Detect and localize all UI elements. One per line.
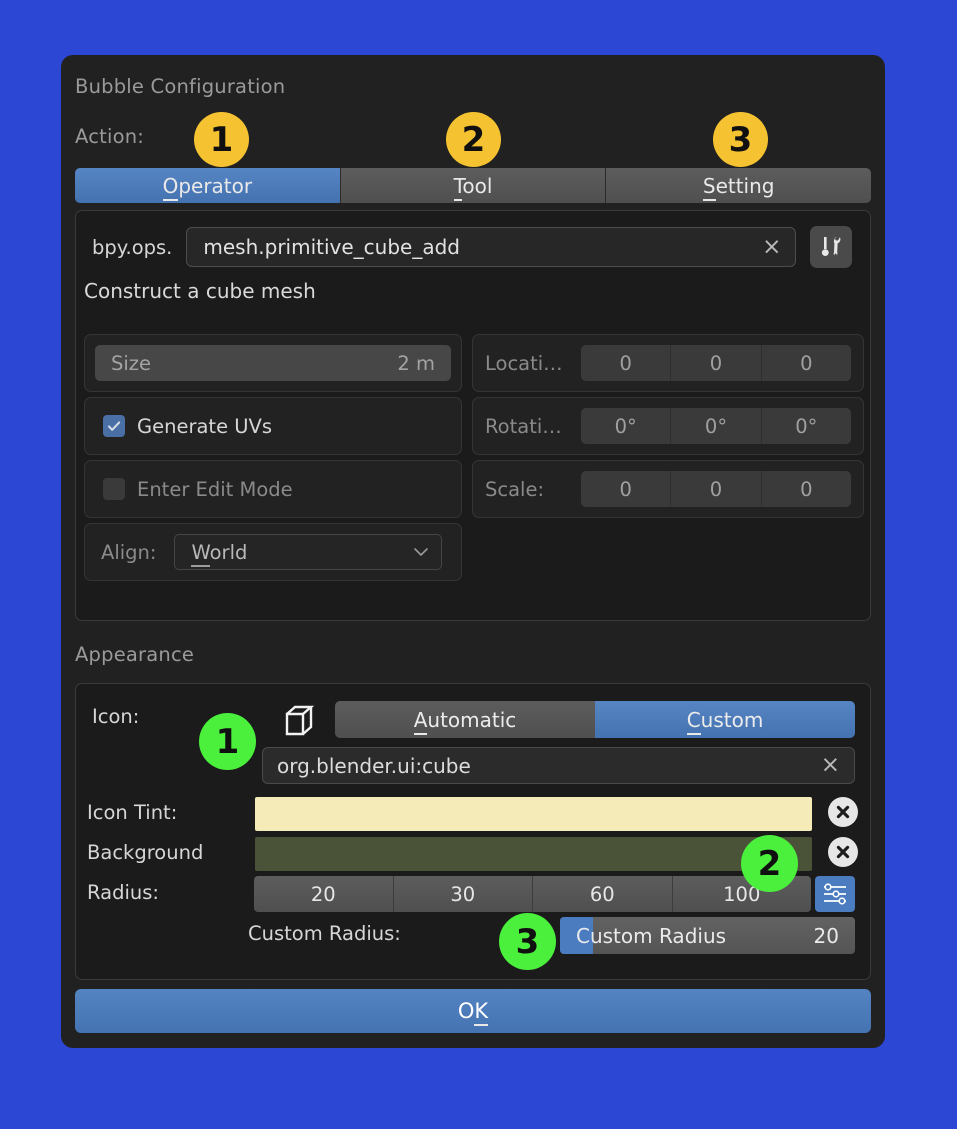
scale-value-group: 0 0 0	[581, 471, 851, 507]
scale-property-row: Scale: 0 0 0	[472, 460, 864, 518]
bpy-ops-prefix-label: bpy.ops.	[92, 235, 173, 259]
operator-description: Construct a cube mesh	[84, 279, 316, 303]
annotation-badge-green-3: 3	[499, 913, 556, 970]
custom-radius-slider[interactable]: Custom Radius 20	[560, 917, 855, 954]
check-icon	[108, 421, 121, 431]
annotation-badge-yellow-1: 1	[194, 112, 249, 167]
align-property-row: Align: World	[84, 523, 462, 581]
clear-icon-id-icon[interactable]: ×	[817, 754, 844, 777]
operator-name-input[interactable]: mesh.primitive_cube_add ×	[186, 227, 797, 267]
radius-option-60[interactable]: 60	[533, 876, 673, 912]
radius-settings-button[interactable]	[815, 876, 855, 912]
rotation-x-input[interactable]: 0°	[581, 408, 672, 444]
operator-tools-button[interactable]	[810, 226, 853, 268]
location-y-input[interactable]: 0	[671, 345, 762, 381]
radius-segmented-control: 20 30 60 100	[254, 876, 811, 912]
action-tabs: Operator Tool Setting	[75, 168, 871, 203]
chevron-down-icon	[414, 548, 429, 557]
icon-tint-swatch[interactable]	[254, 796, 813, 832]
generate-uvs-label: Generate UVs	[137, 414, 273, 438]
tab-operator[interactable]: Operator	[75, 168, 341, 203]
icon-mode-automatic-rest: utomatic	[427, 707, 517, 732]
tab-operator-accel: O	[162, 173, 179, 201]
size-slider[interactable]: Size 2 m	[95, 345, 451, 381]
rotation-z-input[interactable]: 0°	[761, 408, 851, 444]
location-label: Locati…	[485, 351, 563, 375]
location-property-row: Locati… 0 0 0	[472, 334, 864, 392]
screwdriver-wrench-icon	[822, 237, 841, 256]
size-property-row: Size 2 m	[84, 334, 462, 392]
annotation-badge-green-2: 2	[741, 835, 798, 892]
operator-field-row: bpy.ops. mesh.primitive_cube_add ×	[92, 226, 853, 268]
align-value-rest: orld	[209, 540, 248, 564]
clear-icon-tint-button[interactable]	[828, 797, 858, 827]
sliders-icon	[824, 883, 846, 905]
icon-mode-automatic-accel: A	[413, 707, 428, 735]
background-label: Background	[87, 841, 204, 864]
icon-mode-automatic-button[interactable]: Automatic	[335, 701, 595, 738]
rotation-y-input[interactable]: 0°	[671, 408, 762, 444]
rotation-property-row: Rotati… 0° 0° 0°	[472, 397, 864, 455]
scale-x-input[interactable]: 0	[581, 471, 672, 507]
enter-edit-mode-label: Enter Edit Mode	[137, 477, 293, 501]
appearance-section-label: Appearance	[75, 643, 195, 666]
generate-uvs-property-row: Generate UVs	[84, 397, 462, 455]
background-swatch[interactable]	[254, 836, 813, 872]
operator-panel: bpy.ops. mesh.primitive_cube_add × Const…	[75, 210, 871, 621]
action-label: Action:	[75, 125, 145, 148]
radius-option-30[interactable]: 30	[393, 876, 533, 912]
align-value-accel: W	[191, 540, 210, 567]
custom-radius-slider-label: Custom Radius	[576, 923, 727, 948]
icon-mode-custom-accel: C	[686, 707, 701, 735]
ok-button[interactable]: OK	[75, 989, 871, 1033]
dialog-title: Bubble Configuration	[75, 75, 286, 98]
radius-label: Radius:	[87, 881, 159, 904]
location-z-input[interactable]: 0	[761, 345, 851, 381]
custom-radius-slider-value: 20	[813, 923, 839, 948]
align-dropdown[interactable]: World	[174, 534, 443, 570]
clear-background-button[interactable]	[828, 837, 858, 867]
ok-accel: K	[474, 999, 489, 1026]
icon-id-input[interactable]: org.blender.ui:cube ×	[262, 747, 855, 784]
location-x-input[interactable]: 0	[581, 345, 672, 381]
icon-mode-segmented-control: Automatic Custom	[335, 701, 855, 738]
annotation-badge-yellow-3: 3	[713, 112, 768, 167]
size-value: 2 m	[397, 351, 435, 375]
tab-setting-label-rest: etting	[715, 173, 775, 198]
tab-tool[interactable]: Tool	[340, 168, 607, 203]
icon-id-value: org.blender.ui:cube	[277, 753, 471, 778]
align-label: Align:	[101, 540, 157, 564]
tab-tool-label-rest: ool	[462, 173, 493, 198]
scale-y-input[interactable]: 0	[671, 471, 762, 507]
size-label: Size	[111, 351, 152, 375]
annotation-badge-yellow-2: 2	[446, 112, 501, 167]
scale-label: Scale:	[485, 477, 545, 501]
tab-setting[interactable]: Setting	[606, 168, 871, 203]
custom-radius-label: Custom Radius:	[248, 922, 401, 945]
generate-uvs-checkbox[interactable]	[103, 415, 125, 437]
location-value-group: 0 0 0	[581, 345, 851, 381]
enter-edit-mode-checkbox[interactable]	[103, 478, 125, 500]
rotation-value-group: 0° 0° 0°	[581, 408, 851, 444]
ok-label-before: O	[457, 999, 475, 1023]
cube-icon	[285, 705, 315, 736]
tab-setting-accel: S	[702, 173, 716, 201]
icon-mode-custom-button[interactable]: Custom	[595, 701, 855, 738]
tab-operator-label-rest: perator	[178, 173, 253, 198]
rotation-label: Rotati…	[485, 414, 562, 438]
radius-option-20[interactable]: 20	[254, 876, 394, 912]
annotation-badge-green-1: 1	[199, 713, 256, 770]
icon-label: Icon:	[92, 705, 140, 728]
scale-z-input[interactable]: 0	[761, 471, 851, 507]
bubble-configuration-dialog: Bubble Configuration Action: Operator To…	[61, 55, 885, 1048]
icon-tint-label: Icon Tint:	[87, 801, 178, 824]
operator-name-value: mesh.primitive_cube_add	[203, 235, 461, 259]
close-circle-icon	[832, 841, 854, 863]
icon-mode-custom-rest: ustom	[700, 707, 764, 732]
enter-edit-mode-property-row: Enter Edit Mode	[84, 460, 462, 518]
appearance-panel: Icon: Automatic Custom org.blender.ui:cu…	[75, 683, 871, 980]
close-circle-icon	[832, 801, 854, 823]
clear-operator-icon[interactable]: ×	[758, 235, 785, 259]
